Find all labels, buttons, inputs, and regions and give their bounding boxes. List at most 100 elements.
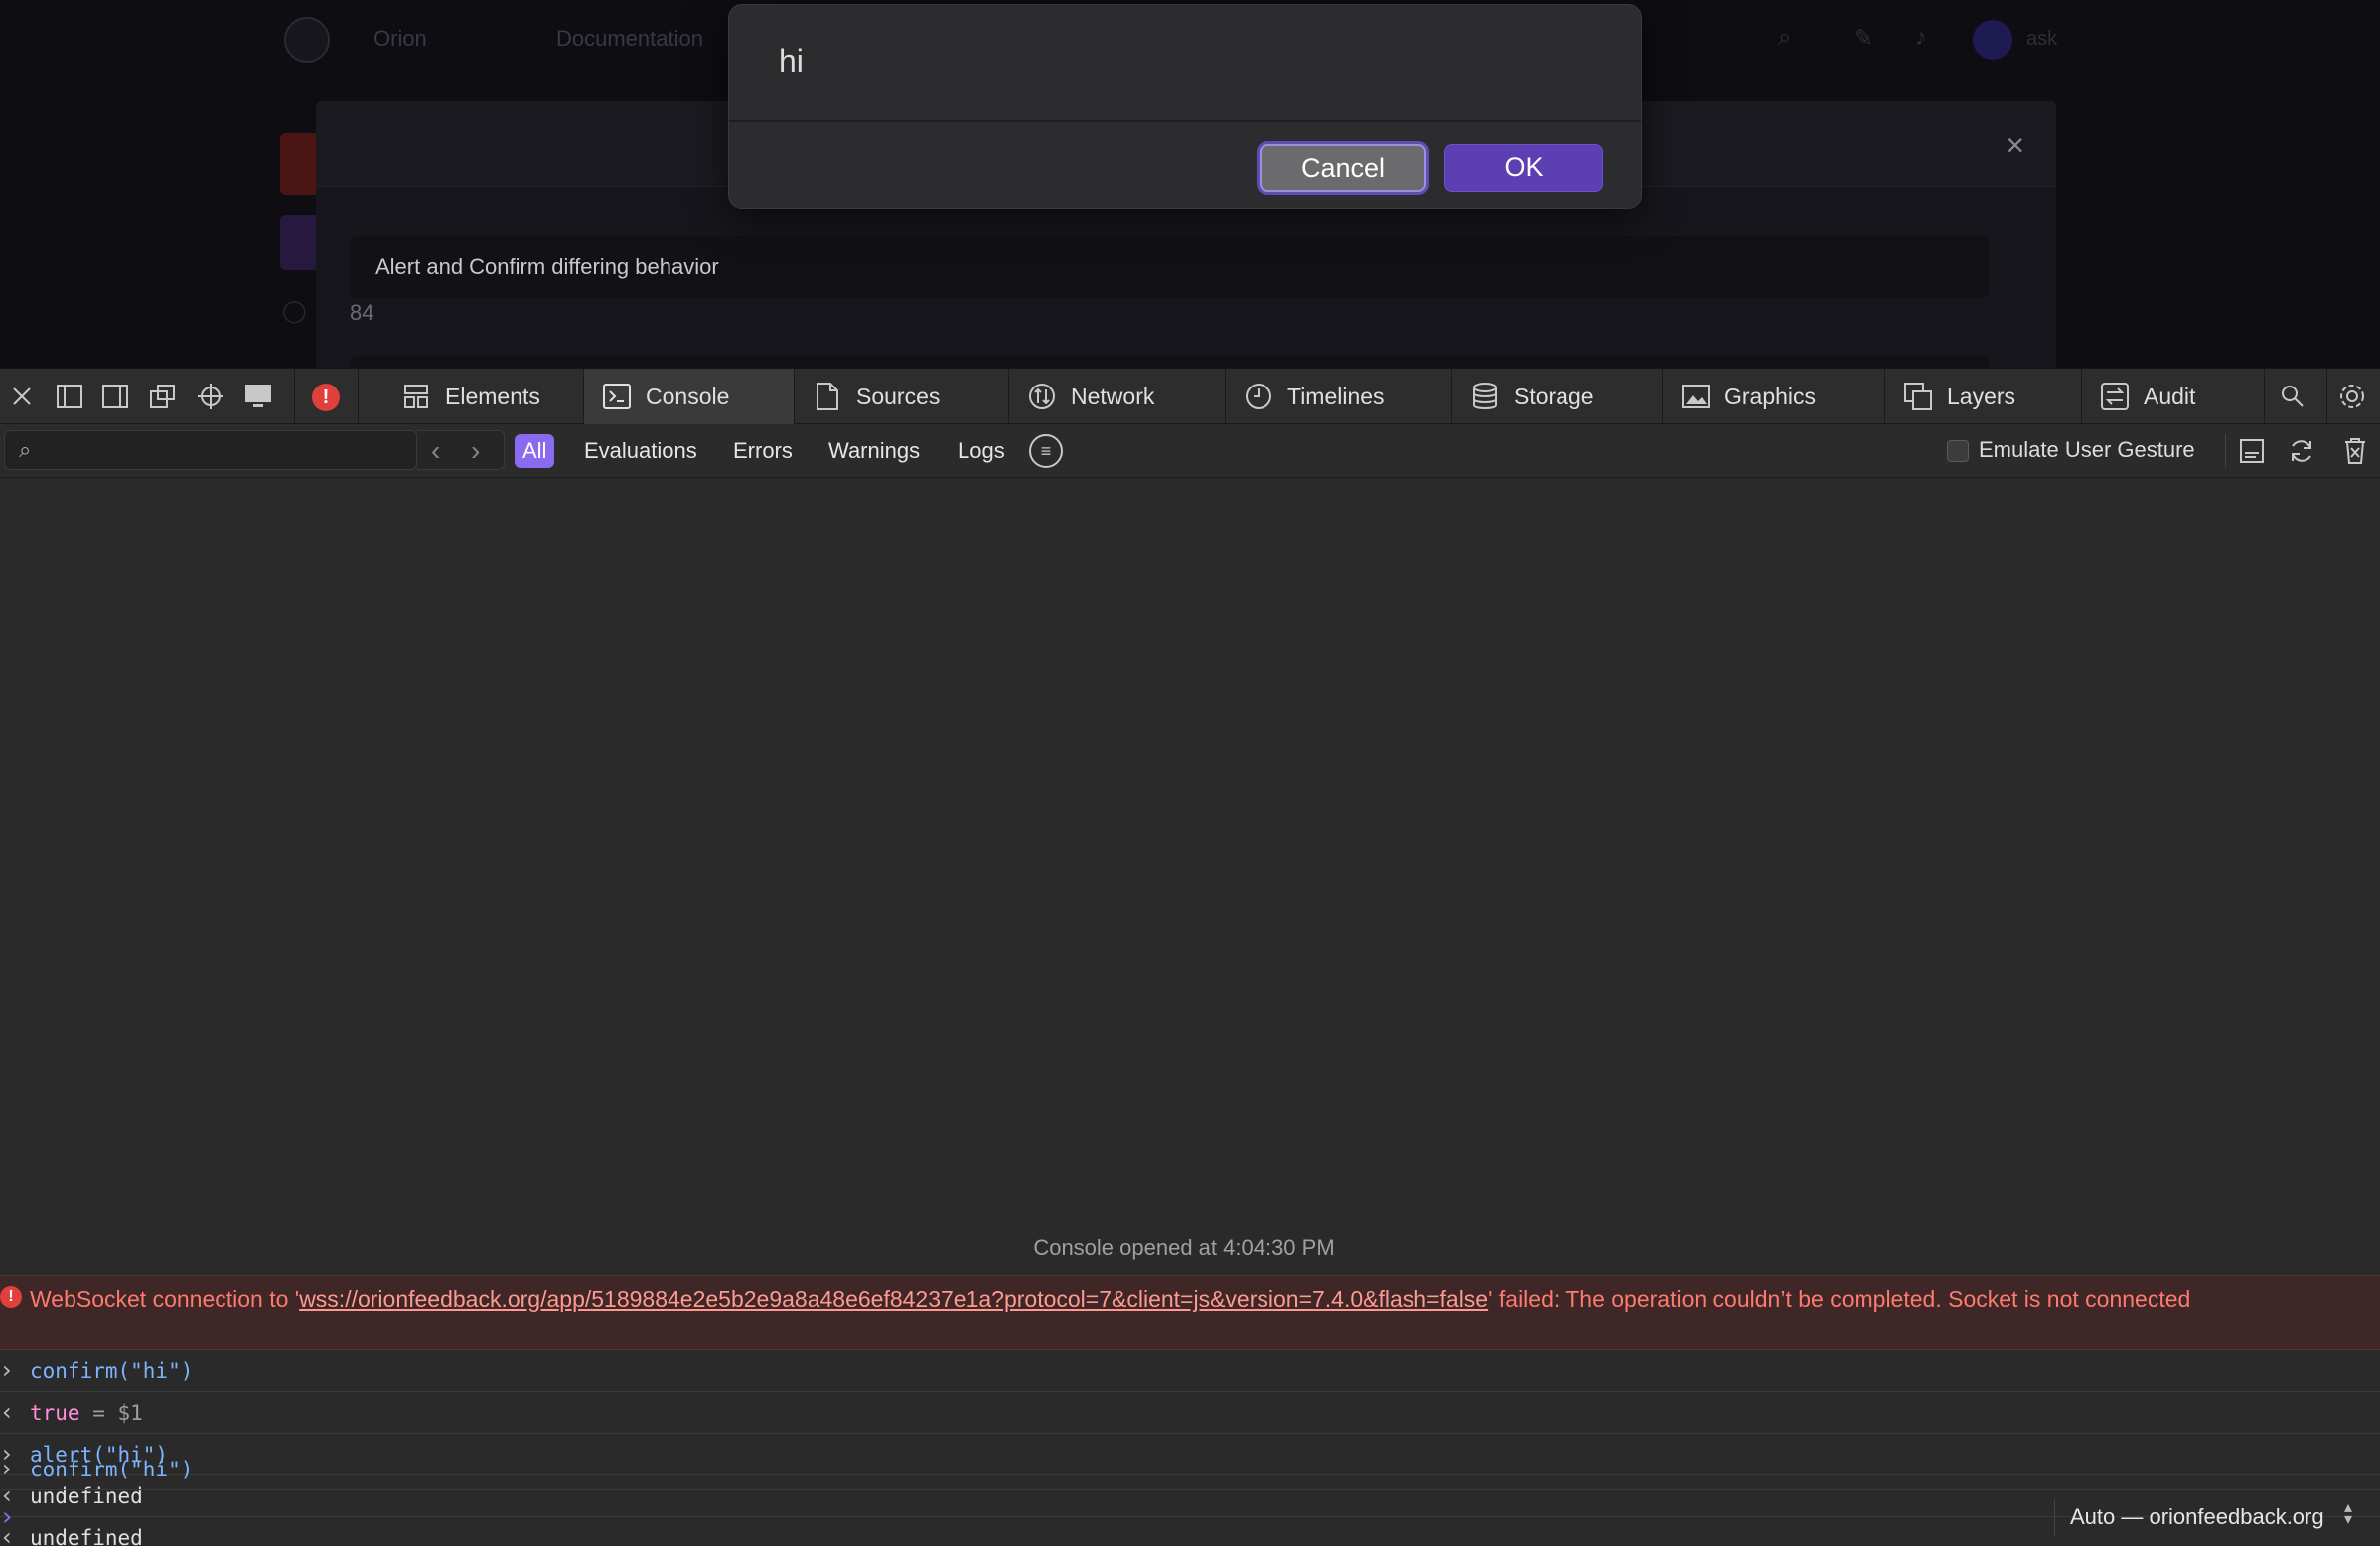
feedback-vote-count: 84 <box>350 300 374 325</box>
tab-label: Audit <box>2144 383 2196 409</box>
error-text: WebSocket connection to 'wss://orionfeed… <box>30 1284 2354 1314</box>
console-output-row[interactable]: ‹ true = $1 <box>0 1392 2380 1434</box>
filter-all[interactable]: All <box>515 434 555 468</box>
filter-errors[interactable]: Errors <box>725 434 801 468</box>
edit-icon: ✎ <box>1854 25 1874 52</box>
error-prefix: WebSocket connection to ' <box>30 1286 300 1312</box>
dock-left-icon[interactable] <box>54 381 85 412</box>
storage-icon <box>1470 382 1500 411</box>
filter-evaluations[interactable]: Evaluations <box>576 434 705 468</box>
console-error-message: ! WebSocket connection to 'wss://orionfe… <box>0 1275 2380 1350</box>
tab-graphics[interactable]: Graphics <box>1663 369 1885 424</box>
tab-audit[interactable]: Audit <box>2082 369 2265 424</box>
show-console-tab-icon[interactable] <box>2235 434 2269 468</box>
tab-label: Graphics <box>1724 383 1817 409</box>
tab-label: Timelines <box>1287 383 1385 409</box>
toolbar-divider <box>294 369 295 424</box>
elements-icon <box>401 382 431 411</box>
search-icon: ⌕ <box>1778 24 1792 51</box>
inspector-tab-bar: ! Elements Console Sources Network Timel… <box>0 369 2380 424</box>
chevron-right-icon[interactable]: › <box>471 435 480 467</box>
toolbar-divider <box>358 369 359 424</box>
result-variable: = $1 <box>79 1401 143 1425</box>
prompt-chevron-icon: › <box>2 1502 13 1532</box>
tab-label: Elements <box>445 383 540 409</box>
console-result: true = $1 <box>30 1401 143 1425</box>
console-input-row[interactable]: › confirm("hi") <box>0 1449 2380 1490</box>
tab-label: Storage <box>1514 383 1594 409</box>
error-suffix: ' failed: The operation couldn’t be comp… <box>1488 1286 2191 1312</box>
device-settings-icon[interactable] <box>242 381 274 412</box>
tab-network[interactable]: Network <box>1009 369 1226 424</box>
comment-icon: ◯ <box>282 298 307 323</box>
console-input-row[interactable]: › confirm("hi") <box>0 1350 2380 1392</box>
chevron-left-icon: ‹ <box>2 1398 12 1426</box>
clear-console-icon[interactable] <box>2338 434 2372 468</box>
avatar <box>1973 20 2012 60</box>
tab-sources[interactable]: Sources <box>795 369 1009 424</box>
audit-icon <box>2100 382 2130 411</box>
filter-warnings[interactable]: Warnings <box>820 434 928 468</box>
feedback-body-box <box>350 356 1989 368</box>
console-filter-bar: ⌕ ‹ › All Evaluations Errors Warnings Lo… <box>0 424 2380 478</box>
chevron-right-icon: › <box>2 1356 12 1384</box>
console-icon <box>602 382 632 411</box>
tab-timelines[interactable]: Timelines <box>1226 369 1452 424</box>
reload-icon[interactable] <box>2285 434 2318 468</box>
prompt-divider <box>2054 1500 2055 1536</box>
error-icon: ! <box>0 1286 22 1308</box>
gear-icon[interactable] <box>2336 381 2368 412</box>
bell-icon: ♪ <box>1915 24 1927 51</box>
confirm-dialog: hi Cancel OK <box>728 4 1642 209</box>
inspect-element-icon[interactable] <box>195 381 226 412</box>
filter-navigation: ‹ › <box>417 430 505 470</box>
chevron-right-icon: › <box>2 1455 12 1482</box>
tab-label: Console <box>646 383 730 409</box>
network-icon <box>1027 382 1057 411</box>
console-command: confirm("hi") <box>30 1359 194 1383</box>
execution-context-selector[interactable]: Auto — orionfeedback.org <box>2070 1504 2324 1530</box>
tab-console[interactable]: Console <box>584 369 795 424</box>
emulate-gesture-label: Emulate User Gesture <box>1979 437 2195 462</box>
tab-storage[interactable]: Storage <box>1452 369 1663 424</box>
close-icon[interactable]: × <box>2006 129 2024 161</box>
console-opened-message: Console opened at 4:04:30 PM <box>1033 1235 1335 1260</box>
tab-label: Network <box>1071 383 1155 409</box>
side-block-red <box>280 133 320 195</box>
layers-icon <box>1903 382 1933 411</box>
toolbar-divider <box>2326 369 2327 424</box>
site-logo <box>284 17 330 63</box>
chevron-up-down-icon[interactable]: ▴ ▾ <box>2344 1500 2352 1528</box>
sources-icon <box>813 382 842 411</box>
console-log: Console opened at 4:04:30 PM ! WebSocket… <box>0 478 2380 1546</box>
chevron-left-icon[interactable]: ‹ <box>431 435 440 467</box>
side-block-purple <box>280 215 320 270</box>
error-url-link[interactable]: wss://orionfeedback.org/app/5189884e2e5b… <box>299 1286 1488 1312</box>
close-inspector-icon[interactable] <box>6 381 38 412</box>
console-command: confirm("hi") <box>30 1458 194 1481</box>
error-badge-icon[interactable]: ! <box>312 384 340 411</box>
dock-right-icon[interactable] <box>99 381 131 412</box>
filter-divider <box>2225 434 2226 468</box>
search-icon[interactable] <box>2277 381 2308 412</box>
console-filter-input[interactable]: ⌕ <box>4 430 417 470</box>
emulate-gesture-checkbox[interactable] <box>1947 440 1969 462</box>
tab-elements[interactable]: Elements <box>383 369 584 424</box>
search-icon: ⌕ <box>19 437 32 462</box>
nav-username: ask <box>2026 28 2058 50</box>
undock-icon[interactable] <box>147 381 179 412</box>
tab-layers[interactable]: Layers <box>1885 369 2082 424</box>
dialog-message: hi <box>779 43 804 78</box>
console-prompt[interactable]: › Auto — orionfeedback.org ▴ ▾ <box>0 1490 2380 1546</box>
cancel-button[interactable]: Cancel <box>1260 144 1426 192</box>
filter-options-icon[interactable]: ≡ <box>1029 434 1063 468</box>
feedback-title: Alert and Confirm differing behavior <box>350 236 1989 298</box>
timelines-icon <box>1244 382 1273 411</box>
graphics-icon <box>1681 382 1711 411</box>
ok-button[interactable]: OK <box>1444 144 1603 192</box>
tab-label: Sources <box>856 383 941 409</box>
web-inspector: ! Elements Console Sources Network Timel… <box>0 368 2380 1546</box>
dialog-divider <box>729 120 1641 122</box>
tab-label: Layers <box>1947 383 2016 409</box>
filter-logs[interactable]: Logs <box>950 434 1013 468</box>
